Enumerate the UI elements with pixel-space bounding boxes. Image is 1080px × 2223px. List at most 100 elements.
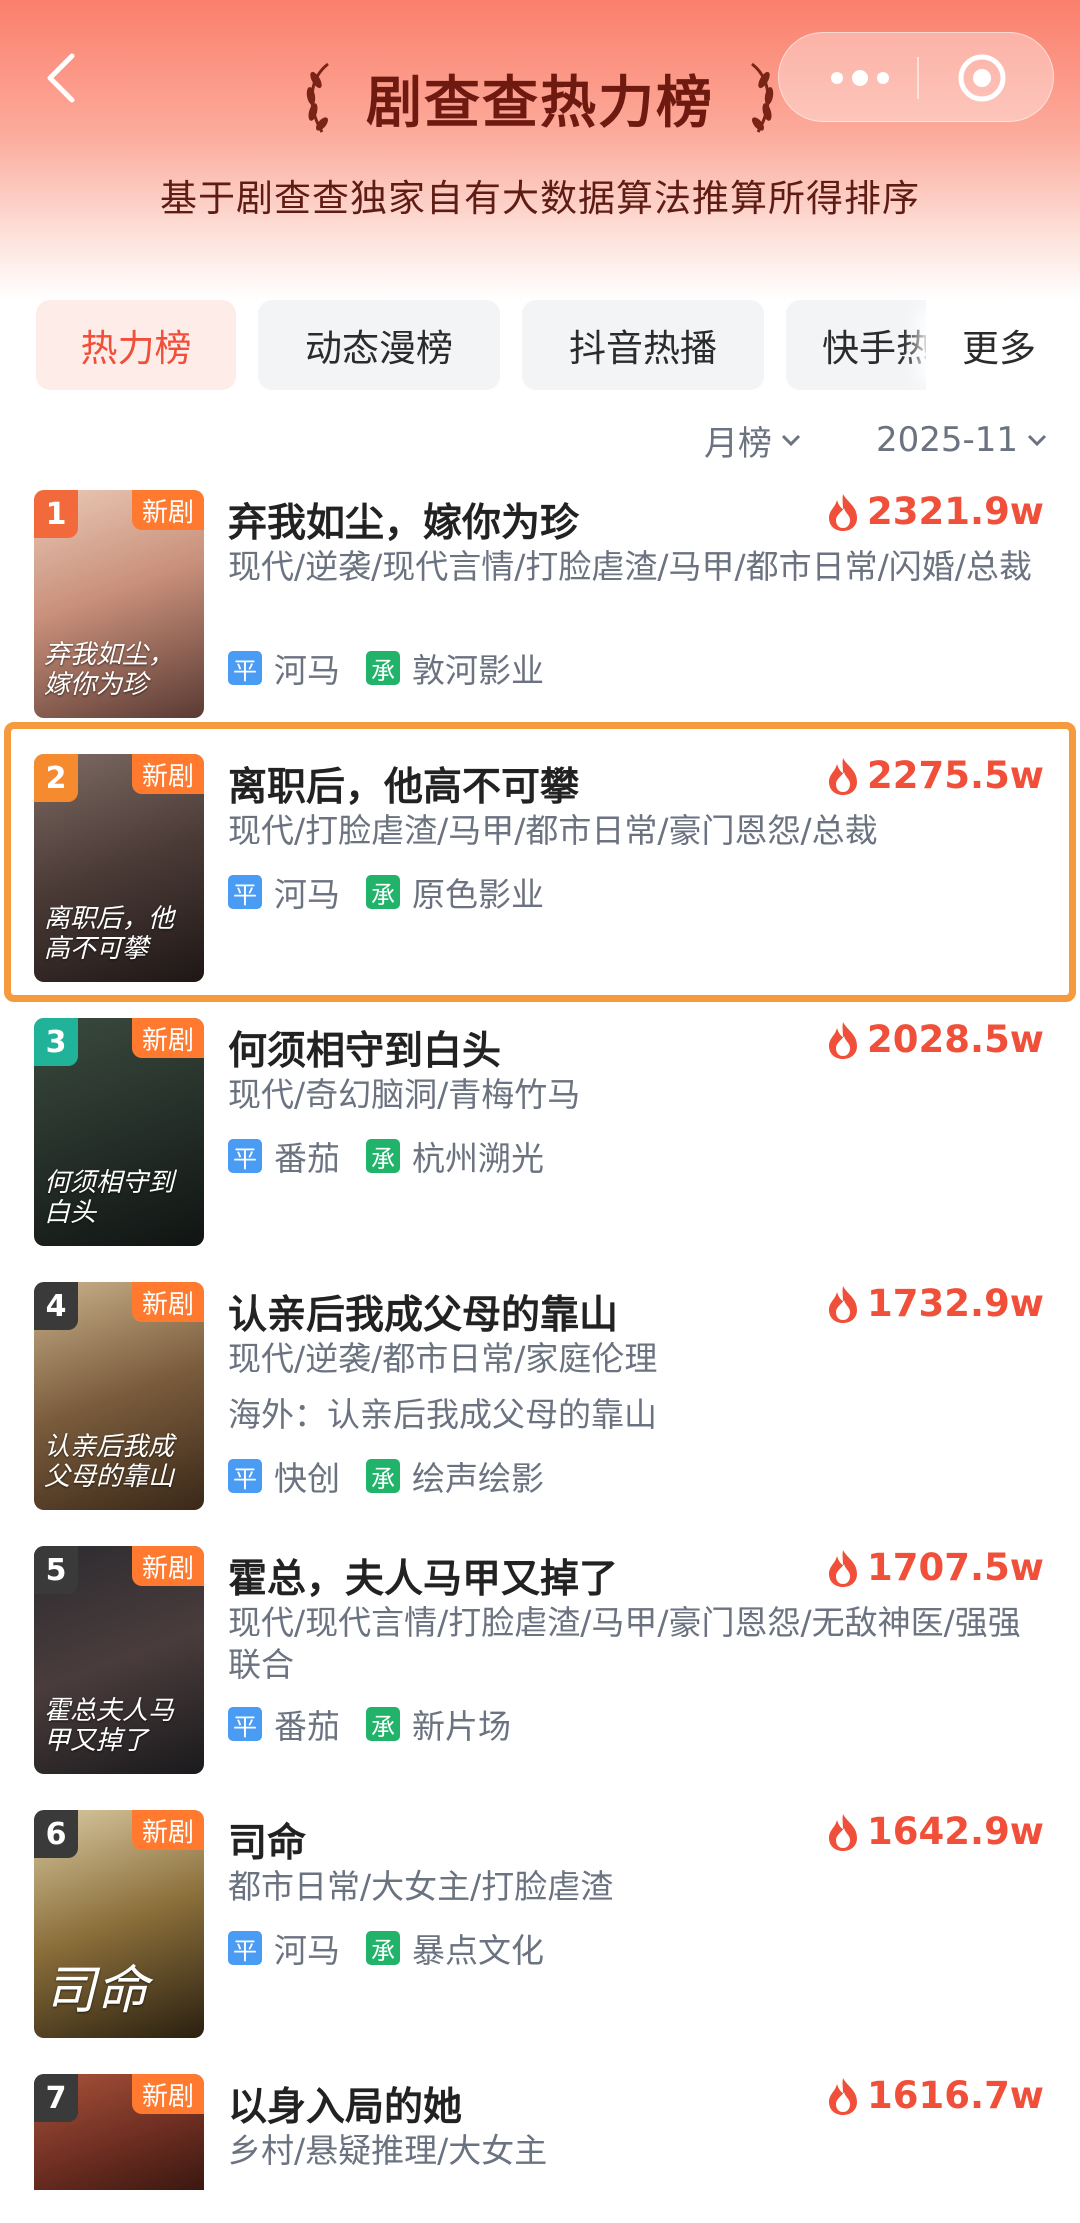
list-item[interactable]: 7 新剧 以身入局的她 1616.7w 乡村/悬疑推理/大女主: [0, 2074, 1080, 2223]
rank-badge: 4: [34, 1282, 78, 1330]
heat-number: 1707.5w: [867, 1546, 1044, 1589]
tab-douyin[interactable]: 抖音热播: [522, 300, 764, 390]
drama-title: 以身入局的她: [228, 2085, 463, 2130]
producer-name: 新片场: [412, 1707, 511, 1746]
list-item[interactable]: 4 新剧 认亲后我成父母的靠山 认亲后我成父母的靠山 1732.9w 现代/逆袭…: [0, 1282, 1080, 1512]
poster-caption: 何须相守到白头: [44, 1168, 175, 1228]
fire-icon: [829, 1285, 858, 1323]
rank-badge: 3: [34, 1018, 78, 1066]
poster-image: 6 新剧 司命: [34, 1810, 204, 2038]
genre-tags: 都市日常/大女主/打脸虐渣: [228, 1867, 614, 1906]
new-tag: 新剧: [131, 2074, 204, 2114]
period-dropdown[interactable]: 月榜: [704, 412, 802, 468]
producer-name: 敦河影业: [412, 651, 544, 690]
drama-title: 认亲后我成父母的靠山: [228, 1293, 619, 1338]
fire-icon: [829, 2077, 858, 2115]
category-tabs: 热力榜 动态漫榜 抖音热播 快手热: [36, 300, 1080, 392]
heat-number: 1732.9w: [867, 1282, 1044, 1325]
source-row: 平 河马 承 敦河影业: [228, 644, 544, 692]
source-row: 平 河马 承 暴点文化: [228, 1924, 544, 1972]
more-tabs-button[interactable]: 更多: [926, 300, 1080, 390]
genre-tags: 现代/逆袭/都市日常/家庭伦理: [228, 1339, 658, 1378]
tab-anime[interactable]: 动态漫榜: [258, 300, 500, 390]
platform-name: 快创: [274, 1459, 340, 1498]
list-item[interactable]: 3 新剧 何须相守到白头 何须相守到白头 2028.5w 现代/奇幻脑洞/青梅竹…: [0, 1018, 1080, 1248]
platform-badge: 平: [228, 1139, 262, 1173]
heat-value: 1616.7w: [825, 2074, 1044, 2117]
poster-image: 7 新剧: [34, 2074, 204, 2190]
month-dropdown[interactable]: 2025-11: [876, 412, 1048, 468]
chevron-down-icon: [781, 434, 801, 447]
producer-badge: 承: [366, 1931, 400, 1965]
heat-number: 1642.9w: [867, 1810, 1044, 1853]
poster-caption: 弃我如尘，嫁你为珍: [44, 640, 175, 700]
poster-image: 4 新剧 认亲后我成父母的靠山: [34, 1282, 204, 1510]
producer-name: 暴点文化: [412, 1931, 544, 1970]
genre-tags: 乡村/悬疑推理/大女主: [228, 2131, 548, 2170]
platform-name: 河马: [274, 651, 340, 690]
source-row: 平 番茄 承 杭州溯光: [228, 1132, 544, 1180]
heat-value: 1732.9w: [825, 1282, 1044, 1325]
poster-image: 5 新剧 霍总夫人马甲又掉了: [34, 1546, 204, 1774]
page-subtitle: 基于剧查查独家自有大数据算法推算所得排序: [160, 177, 920, 220]
producer-name: 绘声绘影: [412, 1459, 544, 1498]
list-item[interactable]: 5 新剧 霍总夫人马甲又掉了 霍总，夫人马甲又掉了 1707.5w 现代/现代言…: [0, 1546, 1080, 1786]
new-tag: 新剧: [131, 490, 204, 530]
genre-tags: 现代/逆袭/现代言情/打脸虐渣/马甲/都市日常/闪婚/总裁: [228, 547, 1032, 586]
platform-badge: 平: [228, 1707, 262, 1741]
drama-title: 霍总，夫人马甲又掉了: [228, 1557, 619, 1602]
fire-icon: [829, 1813, 858, 1851]
page-title: 剧查查热力榜: [366, 70, 714, 136]
poster-image: 3 新剧 何须相守到白头: [34, 1018, 204, 1246]
heat-number: 1616.7w: [867, 2074, 1044, 2117]
laurel-right-icon: [751, 62, 774, 133]
platform-badge: 平: [228, 651, 262, 685]
poster-caption: 霍总夫人马甲又掉了: [44, 1696, 175, 1756]
platform-name: 番茄: [274, 1139, 340, 1178]
rank-badge: 1: [34, 490, 78, 538]
platform-badge: 平: [228, 1459, 262, 1493]
heat-value: 2321.9w: [825, 490, 1044, 533]
heat-value: 1642.9w: [825, 1810, 1044, 1853]
rank-badge: 7: [34, 2074, 78, 2122]
heat-value: 2028.5w: [825, 1018, 1044, 1061]
heat-number: 2321.9w: [867, 490, 1044, 533]
source-row: 平 快创 承 绘声绘影: [228, 1452, 544, 1500]
producer-badge: 承: [366, 1707, 400, 1741]
rank-badge: 5: [34, 1546, 78, 1594]
heat-value: 1707.5w: [825, 1546, 1044, 1589]
genre-tags: 现代/奇幻脑洞/青梅竹马: [228, 1075, 581, 1114]
overseas-title: 海外：认亲后我成父母的靠山: [228, 1395, 657, 1434]
highlight-frame: [4, 722, 1076, 1002]
platform-badge: 平: [228, 1931, 262, 1965]
tab-heat[interactable]: 热力榜: [36, 300, 236, 390]
genre-tags: 现代/现代言情/打脸虐渣/马甲/豪门恩怨/无敌神医/强强联合: [228, 1603, 1021, 1684]
platform-name: 河马: [274, 1931, 340, 1970]
fire-icon: [829, 1021, 858, 1059]
producer-badge: 承: [366, 1139, 400, 1173]
drama-title: 弃我如尘，嫁你为珍: [228, 501, 580, 546]
rank-badge: 6: [34, 1810, 78, 1858]
poster-image: 1 新剧 弃我如尘，嫁你为珍: [34, 490, 204, 718]
title-row: 剧查查热力榜: [0, 58, 1080, 138]
list-item[interactable]: 1 新剧 弃我如尘，嫁你为珍 弃我如尘，嫁你为珍 2321.9w 现代/逆袭/现…: [0, 490, 1080, 730]
producer-badge: 承: [366, 1459, 400, 1493]
platform-name: 番茄: [274, 1707, 340, 1746]
chevron-down-icon: [1028, 434, 1047, 447]
drama-title: 何须相守到白头: [228, 1029, 502, 1074]
new-tag: 新剧: [131, 1810, 204, 1850]
new-tag: 新剧: [131, 1546, 204, 1586]
fire-icon: [829, 493, 858, 531]
new-tag: 新剧: [131, 1282, 204, 1322]
fire-icon: [829, 1549, 858, 1587]
period-label: 月榜: [704, 423, 772, 464]
list-item[interactable]: 6 新剧 司命 司命 1642.9w 都市日常/大女主/打脸虐渣 平 河马 承 …: [0, 1810, 1080, 2040]
producer-badge: 承: [366, 651, 400, 685]
poster-caption: 司命: [44, 1961, 149, 2021]
drama-title: 司命: [228, 1821, 307, 1866]
heat-number: 2028.5w: [867, 1018, 1044, 1061]
laurel-left-icon: [306, 62, 329, 133]
producer-name: 杭州溯光: [412, 1139, 544, 1178]
poster-caption: 认亲后我成父母的靠山: [44, 1432, 175, 1492]
new-tag: 新剧: [131, 1018, 204, 1058]
